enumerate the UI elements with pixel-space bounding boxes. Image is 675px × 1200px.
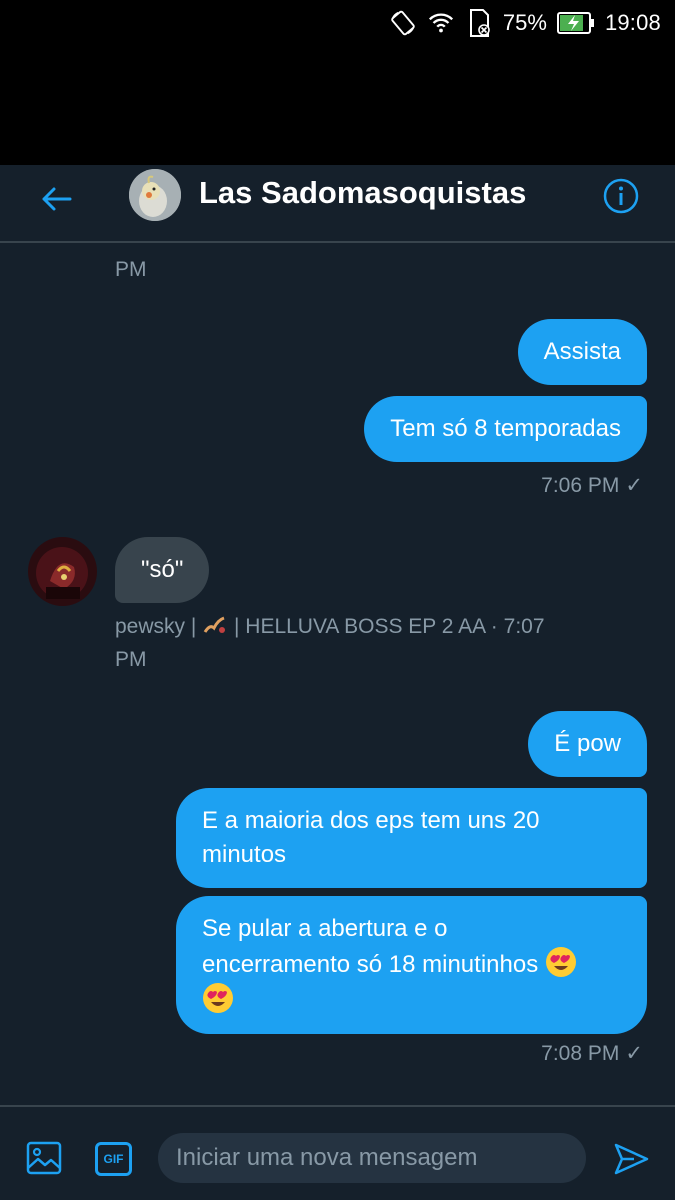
group-avatar[interactable] bbox=[129, 169, 181, 221]
sender-suffix: | HELLUVA BOSS EP 2 AA · 7:07 bbox=[228, 615, 545, 638]
message-bubble-out[interactable]: Se pular a abertura e o encerramento só … bbox=[176, 896, 647, 1034]
sd-card-icon bbox=[465, 9, 493, 37]
message-timestamp: 7:06 PM ✓ bbox=[541, 469, 643, 502]
send-icon bbox=[614, 1143, 649, 1175]
meta-tail: PM bbox=[115, 648, 147, 671]
message-input[interactable] bbox=[158, 1133, 586, 1183]
message-meta-clipped: PM bbox=[115, 258, 147, 281]
clock: 19:08 bbox=[604, 10, 661, 35]
heart-eyes-emoji-icon bbox=[545, 946, 577, 978]
battery-charging-icon bbox=[556, 11, 595, 35]
timestamp-text: 7:06 PM bbox=[541, 474, 620, 497]
message-text: É pow bbox=[554, 730, 621, 757]
emoji-image-icon bbox=[202, 613, 228, 635]
message-text-line2: minutos bbox=[202, 841, 287, 868]
gif-label: GIF bbox=[103, 1152, 124, 1166]
arrow-left-icon bbox=[42, 187, 72, 211]
status-bar: 75% 19:08 bbox=[0, 0, 675, 165]
status-icons: 75% 19:08 bbox=[389, 6, 661, 40]
heart-eyes-emoji-icon bbox=[202, 982, 234, 1014]
message-bubble-out[interactable]: Assista bbox=[517, 319, 647, 385]
info-icon bbox=[603, 178, 639, 214]
image-icon bbox=[26, 1141, 62, 1175]
timestamp-text: 7:08 PM bbox=[541, 1042, 620, 1065]
message-text: "só" bbox=[141, 556, 184, 583]
message-text: Assista bbox=[543, 338, 621, 365]
message-list[interactable]: PM Assista Tem só 8 temporadas 7:06 PM ✓ … bbox=[0, 243, 675, 1105]
sender-name: pewsky | bbox=[115, 615, 203, 638]
gif-button[interactable]: GIF bbox=[95, 1142, 132, 1176]
message-bubble-out[interactable]: Tem só 8 temporadas bbox=[364, 396, 647, 462]
conversation-title[interactable]: Las Sadomasoquistas bbox=[199, 175, 526, 211]
sent-check-icon: ✓ bbox=[625, 1042, 643, 1065]
send-button[interactable] bbox=[612, 1141, 650, 1177]
sender-avatar[interactable] bbox=[28, 537, 97, 606]
message-timestamp: 7:08 PM ✓ bbox=[541, 1037, 643, 1070]
message-text-line2: encerramento só 18 minutinhos bbox=[202, 951, 539, 978]
message-text: Tem só 8 temporadas bbox=[390, 415, 621, 442]
message-bubble-out[interactable]: E a maioria dos eps tem uns 20 minutos bbox=[176, 788, 647, 888]
conversation-header: Las Sadomasoquistas bbox=[0, 165, 675, 243]
sent-check-icon: ✓ bbox=[625, 474, 643, 497]
battery-percent: 75% bbox=[502, 10, 547, 35]
add-photo-button[interactable] bbox=[25, 1140, 63, 1176]
sender-meta: pewsky | | HELLUVA BOSS EP 2 AA · 7:07 PM bbox=[115, 610, 575, 676]
message-text-line1: E a maioria dos eps tem uns 20 bbox=[202, 807, 540, 834]
message-text-line1: Se pular a abertura e o bbox=[202, 915, 448, 942]
wifi-icon bbox=[427, 9, 455, 37]
message-bubble-in[interactable]: "só" bbox=[115, 537, 210, 603]
rotate-icon bbox=[389, 9, 417, 37]
info-button[interactable] bbox=[602, 177, 640, 215]
back-button[interactable] bbox=[36, 179, 76, 219]
composer: GIF bbox=[0, 1105, 675, 1200]
message-bubble-out[interactable]: É pow bbox=[528, 711, 647, 777]
